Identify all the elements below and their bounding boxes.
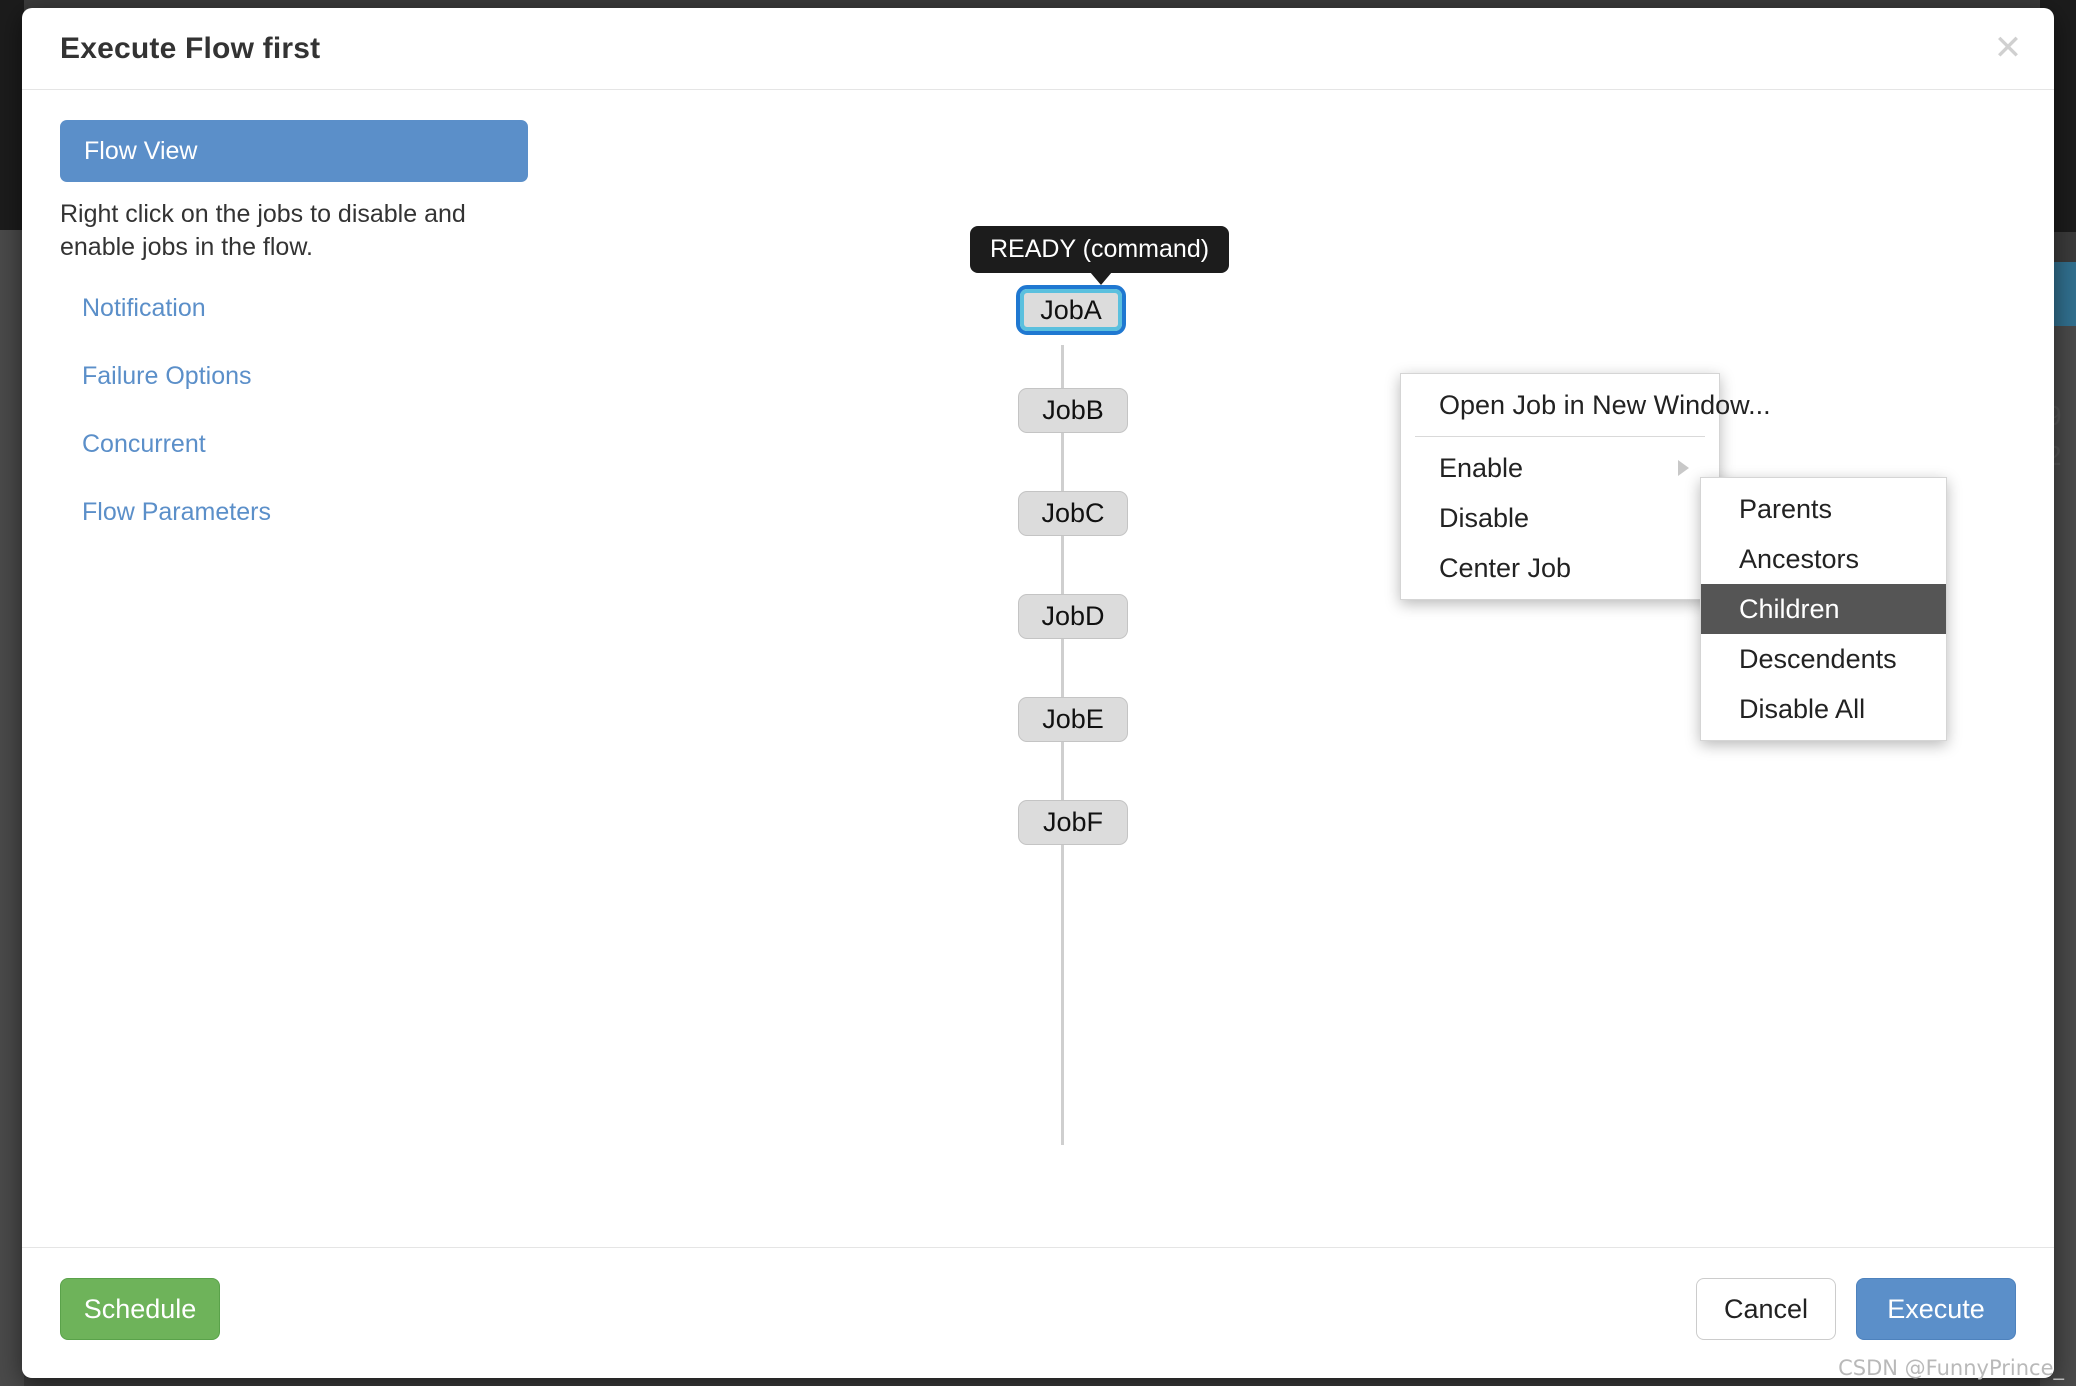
sidebar-item-concurrent[interactable]: Concurrent [60, 430, 680, 459]
close-icon[interactable]: ✕ [1988, 28, 2028, 68]
job-node-label: JobA [1040, 294, 1102, 325]
sidebar-item-failure-options[interactable]: Failure Options [60, 362, 680, 391]
context-menu-item-enable[interactable]: Enable [1401, 443, 1719, 493]
job-node-label: JobB [1042, 395, 1104, 425]
submenu-item-label: Ancestors [1739, 543, 1860, 574]
tooltip-label: READY (command) [990, 235, 1210, 263]
cancel-button[interactable]: Cancel [1696, 1278, 1836, 1340]
context-menu-item-label: Enable [1439, 452, 1524, 483]
page-title: Execute Flow first [60, 32, 321, 65]
submenu-item-disable-all[interactable]: Disable All [1701, 684, 1946, 734]
submenu-item-label: Children [1739, 593, 1840, 624]
flow-edge [1061, 345, 1064, 1145]
chevron-right-icon [1678, 460, 1689, 476]
execute-button[interactable]: Execute [1856, 1278, 2016, 1340]
context-menu-separator [1415, 436, 1705, 437]
backdrop-block [0, 0, 24, 230]
sidebar-item-flow-view[interactable]: Flow View [60, 120, 528, 182]
job-node-jobb[interactable]: JobB [1018, 388, 1128, 433]
job-node-jobd[interactable]: JobD [1018, 594, 1128, 639]
schedule-button[interactable]: Schedule [60, 1278, 220, 1340]
job-status-tooltip: READY (command) [970, 226, 1230, 285]
submenu-item-label: Disable All [1739, 693, 1866, 724]
job-node-joba[interactable]: JobA [1016, 285, 1126, 335]
submenu-item-children[interactable]: Children [1701, 584, 1946, 634]
enable-submenu: Parents Ancestors Children Descendents D… [1700, 477, 1947, 741]
context-menu-item-label: Disable [1439, 502, 1530, 533]
context-menu-item-label: Center Job [1439, 552, 1572, 583]
modal-body: Flow View Right click on the jobs to dis… [22, 90, 2054, 1247]
job-node-jobf[interactable]: JobF [1018, 800, 1128, 845]
job-node-label: JobD [1041, 601, 1105, 631]
job-node-label: JobC [1041, 498, 1105, 528]
job-node-label: JobF [1042, 807, 1104, 837]
sidebar-links: Notification Failure Options Concurrent … [60, 294, 680, 527]
modal-header: Execute Flow first ✕ [22, 8, 2054, 90]
sidebar-description: Right click on the jobs to disable and e… [60, 200, 466, 261]
job-node-jobe[interactable]: JobE [1018, 697, 1128, 742]
submenu-item-label: Descendents [1739, 643, 1897, 674]
backdrop-block [0, 230, 24, 1386]
sidebar-item-notification[interactable]: Notification [60, 294, 680, 323]
submenu-item-descendents[interactable]: Descendents [1701, 634, 1946, 684]
tooltip-arrow-icon [1089, 272, 1112, 285]
context-menu-item-center-job[interactable]: Center Job [1401, 543, 1719, 593]
sidebar-item-label: Flow View [84, 136, 198, 165]
submenu-item-label: Parents [1739, 493, 1833, 524]
job-node-jobc[interactable]: JobC [1018, 491, 1128, 536]
context-menu-item-disable[interactable]: Disable [1401, 493, 1719, 543]
job-context-menu: Open Job in New Window... Enable Disable… [1400, 373, 1771, 600]
submenu-item-ancestors[interactable]: Ancestors [1701, 534, 1946, 584]
modal-footer: Schedule Cancel Execute [22, 1247, 2054, 1377]
watermark: CSDN @FunnyPrince_ [1838, 1356, 2064, 1380]
context-menu-item-label: Open Job in New Window... [1439, 389, 1771, 420]
flow-graph: READY (command) JobA JobB JobC JobD JobE… [970, 90, 1682, 1247]
sidebar: Flow View Right click on the jobs to dis… [60, 120, 680, 566]
job-node-label: JobE [1042, 704, 1104, 734]
submenu-item-parents[interactable]: Parents [1701, 484, 1946, 534]
context-menu-item-open-job[interactable]: Open Job in New Window... [1401, 380, 1771, 430]
execute-flow-modal: Execute Flow first ✕ Flow View Right cli… [22, 8, 2054, 1378]
sidebar-item-flow-parameters[interactable]: Flow Parameters [60, 498, 680, 527]
